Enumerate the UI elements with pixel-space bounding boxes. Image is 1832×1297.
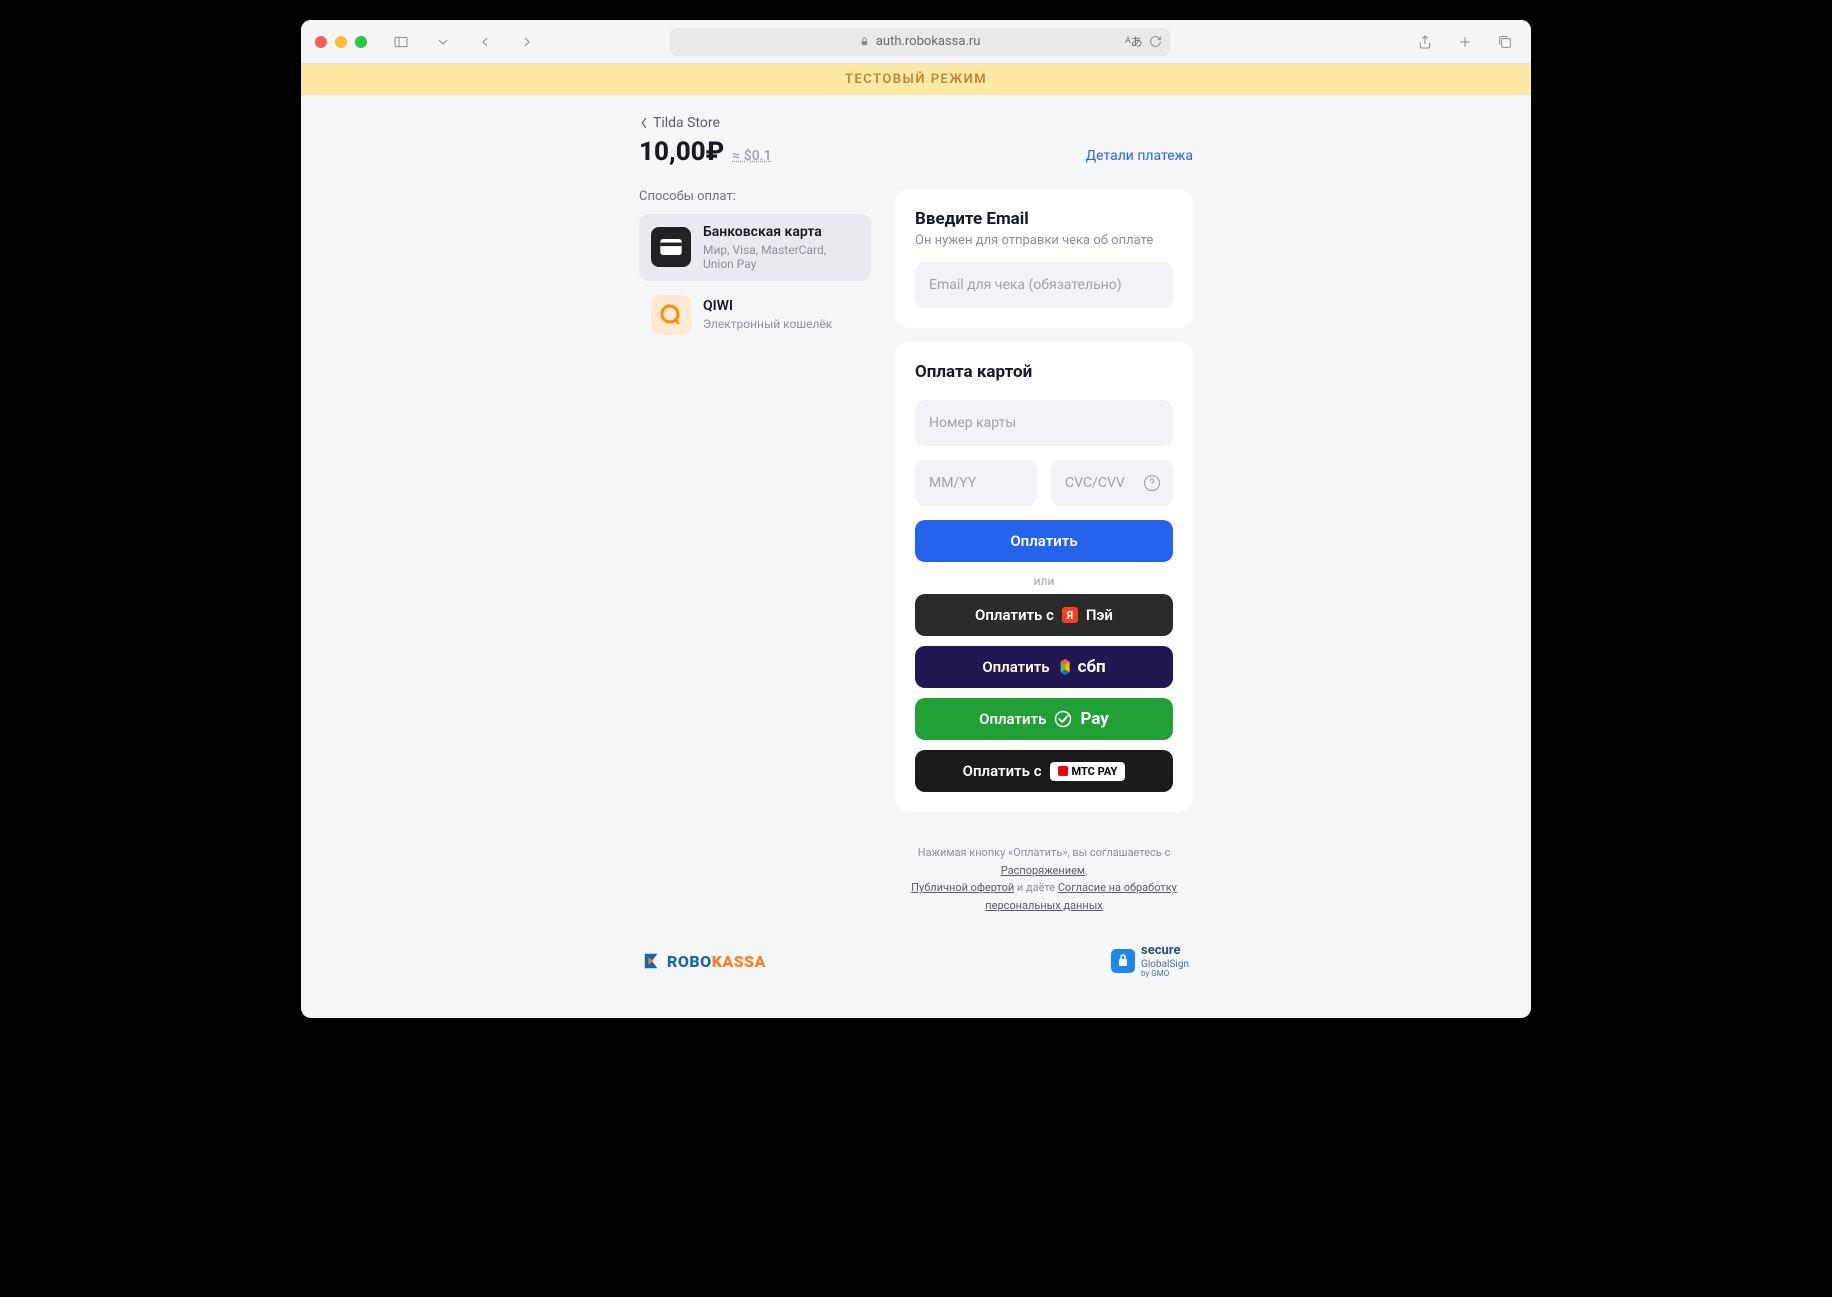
- card-expiry-input[interactable]: [915, 460, 1037, 506]
- traffic-lights: [315, 36, 367, 48]
- legal-link-order[interactable]: Распоряжением: [1001, 864, 1085, 877]
- price: 10,00₽ ≈ $0.1: [639, 137, 772, 167]
- card-number-input[interactable]: [915, 400, 1173, 446]
- back-link[interactable]: Tilda Store: [639, 115, 1193, 131]
- address-bar[interactable]: auth.robokassa.ru ᴬあ: [670, 28, 1170, 56]
- url-text: auth.robokassa.ru: [876, 34, 981, 49]
- browser-window: auth.robokassa.ru ᴬあ ТЕСТОВЫЙ РЕЖИМ Tild…: [301, 20, 1531, 1018]
- robokassa-icon: [643, 952, 661, 970]
- test-mode-banner: ТЕСТОВЫЙ РЕЖИМ: [301, 64, 1531, 95]
- method-qiwi[interactable]: QIWI Электронный кошелёк: [639, 285, 871, 345]
- yandex-pay-button[interactable]: Оплатить с Я Пэй: [915, 594, 1173, 636]
- sbp-pay-button[interactable]: Оплатить сбп: [915, 646, 1173, 688]
- titlebar: auth.robokassa.ru ᴬあ: [301, 20, 1531, 64]
- back-label: Tilda Store: [653, 115, 720, 131]
- legal-text: Нажимая кнопку «Оплатить», вы соглашаете…: [895, 844, 1193, 914]
- footer: ROBOKASSA secure GlobalSign by GMO: [639, 944, 1193, 978]
- method-label: Банковская карта: [703, 224, 859, 241]
- back-nav-icon[interactable]: [473, 30, 497, 54]
- email-sub: Он нужен для отправки чека об оплате: [915, 233, 1173, 248]
- card-panel: Оплата картой Оплатить или Опла: [895, 342, 1193, 812]
- email-title: Введите Email: [915, 209, 1173, 229]
- chevron-left-icon: [639, 117, 649, 129]
- mts-pay-button[interactable]: Оплатить с МТС PAY: [915, 750, 1173, 792]
- sber-check-icon: [1054, 710, 1072, 728]
- pay-button[interactable]: Оплатить: [915, 520, 1173, 562]
- robokassa-logo: ROBOKASSA: [643, 952, 766, 971]
- share-icon[interactable]: [1413, 30, 1437, 54]
- sbp-logo-icon: сбп: [1058, 657, 1106, 677]
- methods-title: Способы оплат:: [639, 189, 871, 204]
- price-value: 10,00₽: [639, 137, 724, 167]
- page-body: Tilda Store 10,00₽ ≈ $0.1 Детали платежа…: [301, 95, 1531, 1018]
- sber-pay-button[interactable]: Оплатить Pay: [915, 698, 1173, 740]
- method-sub: Мир, Visa, MasterCard, Union Pay: [703, 243, 859, 271]
- reload-icon[interactable]: [1149, 35, 1162, 48]
- legal-link-offer[interactable]: Публичной офертой: [911, 881, 1014, 894]
- card-icon: [651, 227, 691, 267]
- payment-details-link[interactable]: Детали платежа: [1086, 148, 1193, 164]
- yandex-icon: Я: [1062, 607, 1078, 623]
- chevron-down-icon[interactable]: [431, 30, 455, 54]
- method-label: QIWI: [703, 298, 832, 315]
- lock-icon: [859, 36, 870, 47]
- qiwi-icon: [651, 295, 691, 335]
- mts-badge: МТС PAY: [1050, 762, 1126, 781]
- email-input[interactable]: [915, 262, 1173, 308]
- secure-badge: secure GlobalSign by GMO: [1111, 944, 1189, 978]
- translate-icon[interactable]: ᴬあ: [1125, 33, 1142, 50]
- sidebar-toggle-icon[interactable]: [389, 30, 413, 54]
- forward-nav-icon[interactable]: [515, 30, 539, 54]
- minimize-window-icon[interactable]: [335, 36, 347, 48]
- new-tab-icon[interactable]: [1453, 30, 1477, 54]
- close-window-icon[interactable]: [315, 36, 327, 48]
- card-title: Оплата картой: [915, 362, 1173, 382]
- method-sub: Электронный кошелёк: [703, 317, 832, 331]
- tabs-icon[interactable]: [1493, 30, 1517, 54]
- shield-icon: [1111, 949, 1135, 973]
- methods-list: Способы оплат: Банковская карта Мир, Vis…: [639, 189, 871, 349]
- or-divider: или: [915, 574, 1173, 588]
- email-panel: Введите Email Он нужен для отправки чека…: [895, 189, 1193, 328]
- help-icon[interactable]: [1143, 474, 1161, 492]
- price-approx[interactable]: ≈ $0.1: [732, 148, 771, 164]
- method-card[interactable]: Банковская карта Мир, Visa, MasterCard, …: [639, 214, 871, 281]
- maximize-window-icon[interactable]: [355, 36, 367, 48]
